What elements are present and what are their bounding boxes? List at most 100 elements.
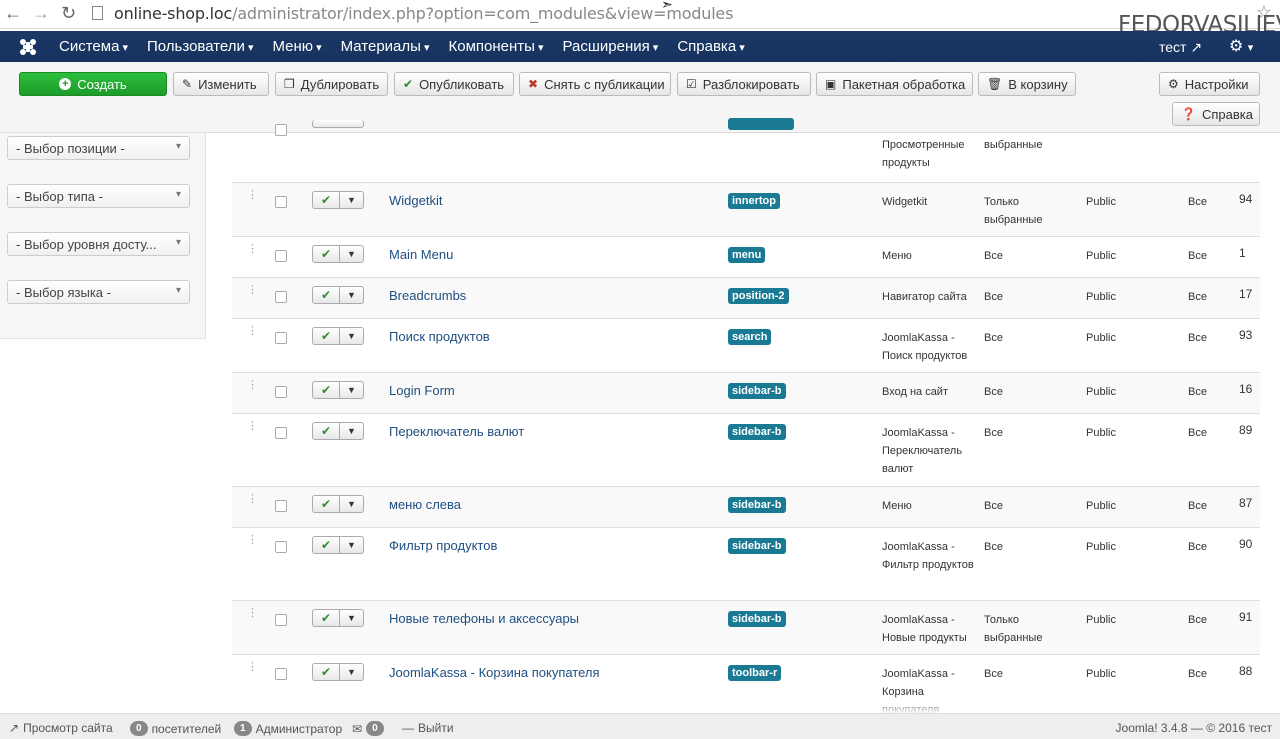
- duplicate-button[interactable]: ❐ Дублировать: [275, 72, 388, 96]
- access-filter-select[interactable]: - Выбор уровня досту...: [7, 232, 190, 256]
- published-check-icon[interactable]: ✔: [313, 328, 340, 344]
- status-toggle[interactable]: ✔ ▼: [312, 422, 364, 440]
- row-checkbox[interactable]: [275, 386, 287, 398]
- publish-button[interactable]: ✔ Опубликовать: [394, 72, 514, 96]
- published-check-icon[interactable]: ✔: [313, 537, 340, 553]
- caret-down-icon[interactable]: ▼: [340, 246, 363, 262]
- drag-handle-icon[interactable]: ⋮: [247, 662, 258, 673]
- checkin-button[interactable]: ☑ Разблокировать: [677, 72, 811, 96]
- position-badge[interactable]: sidebar-b: [728, 611, 786, 627]
- forward-arrow-icon[interactable]: →: [32, 3, 50, 24]
- options-button[interactable]: ⚙ Настройки: [1159, 72, 1260, 96]
- row-checkbox[interactable]: [275, 668, 287, 680]
- position-badge[interactable]: sidebar-b: [728, 538, 786, 554]
- edit-button[interactable]: ✎ Изменить: [173, 72, 269, 96]
- module-title-link[interactable]: меню слева: [389, 497, 461, 512]
- type-filter-select[interactable]: - Выбор типа -: [7, 184, 190, 208]
- drag-handle-icon[interactable]: ⋮: [247, 285, 258, 296]
- caret-down-icon[interactable]: ▼: [340, 287, 363, 303]
- published-check-icon[interactable]: ✔: [313, 496, 340, 512]
- menu-system[interactable]: Система: [59, 38, 128, 55]
- caret-down-icon[interactable]: ▼: [340, 328, 363, 344]
- trash-button[interactable]: 🗑 В корзину: [978, 72, 1076, 96]
- back-arrow-icon[interactable]: ←: [4, 3, 22, 24]
- row-checkbox[interactable]: [275, 332, 287, 344]
- module-title-link[interactable]: Widgetkit: [389, 193, 442, 208]
- module-title-link[interactable]: Новые телефоны и аксессуары: [389, 611, 579, 626]
- drag-handle-icon[interactable]: ⋮: [247, 494, 258, 505]
- status-toggle[interactable]: ✔ ▼: [312, 536, 364, 554]
- row-checkbox[interactable]: [275, 196, 287, 208]
- status-toggle[interactable]: [312, 120, 364, 128]
- drag-handle-icon[interactable]: ⋮: [247, 535, 258, 546]
- drag-handle-icon[interactable]: ⋮: [247, 608, 258, 619]
- row-checkbox[interactable]: [275, 614, 287, 626]
- reload-icon[interactable]: ↻: [61, 3, 76, 24]
- position-badge[interactable]: sidebar-b: [728, 424, 786, 440]
- row-checkbox[interactable]: [275, 500, 287, 512]
- published-check-icon[interactable]: ✔: [313, 287, 340, 303]
- published-check-icon[interactable]: ✔: [313, 664, 340, 680]
- published-check-icon[interactable]: ✔: [313, 423, 340, 439]
- status-toggle[interactable]: ✔ ▼: [312, 245, 364, 263]
- view-site-link[interactable]: ↗ Просмотр сайта: [9, 721, 113, 735]
- caret-down-icon[interactable]: ▼: [340, 382, 363, 398]
- status-toggle[interactable]: ✔ ▼: [312, 327, 364, 345]
- url-field[interactable]: online-shop.loc/administrator/index.php?…: [114, 4, 733, 23]
- position-badge[interactable]: menu: [728, 247, 766, 263]
- caret-down-icon[interactable]: ▼: [340, 537, 363, 553]
- create-button[interactable]: + Создать: [19, 72, 167, 96]
- row-checkbox[interactable]: [275, 427, 287, 439]
- module-title-link[interactable]: Breadcrumbs: [389, 288, 466, 303]
- position-badge[interactable]: toolbar-r: [728, 665, 782, 681]
- language-filter-select[interactable]: - Выбор языка -: [7, 280, 190, 304]
- published-check-icon[interactable]: ✔: [313, 382, 340, 398]
- caret-down-icon[interactable]: ▼: [340, 423, 363, 439]
- module-title-link[interactable]: Поиск продуктов: [389, 329, 490, 344]
- status-toggle[interactable]: ✔ ▼: [312, 286, 364, 304]
- published-check-icon[interactable]: ✔: [313, 610, 340, 626]
- joomla-logo-icon[interactable]: [18, 37, 38, 57]
- module-title-link[interactable]: JoomlaKassa - Корзина покупателя: [389, 665, 600, 680]
- position-badge[interactable]: sidebar-b: [728, 383, 786, 399]
- messages-counter[interactable]: ✉ 0: [352, 721, 384, 736]
- caret-down-icon[interactable]: ▼: [340, 192, 363, 208]
- drag-handle-icon[interactable]: ⋮: [247, 380, 258, 391]
- caret-down-icon[interactable]: ▼: [340, 664, 363, 680]
- menu-extensions[interactable]: Расширения: [563, 38, 659, 55]
- batch-button[interactable]: ▣ Пакетная обработка: [816, 72, 973, 96]
- row-checkbox[interactable]: [275, 541, 287, 553]
- menu-help[interactable]: Справка: [677, 38, 744, 55]
- module-title-link[interactable]: Переключатель валют: [389, 424, 524, 439]
- user-menu[interactable]: тест ↗: [1159, 39, 1202, 56]
- module-title-link[interactable]: Main Menu: [389, 247, 453, 262]
- unpublish-button[interactable]: ✖ Снять с публикации: [519, 72, 671, 96]
- status-toggle[interactable]: ✔ ▼: [312, 191, 364, 209]
- gear-icon[interactable]: ⚙ ▾: [1229, 36, 1253, 56]
- position-badge[interactable]: search: [728, 329, 772, 345]
- status-toggle[interactable]: ✔ ▼: [312, 495, 364, 513]
- row-checkbox[interactable]: [275, 124, 287, 136]
- caret-down-icon[interactable]: ▼: [340, 610, 363, 626]
- status-toggle[interactable]: ✔ ▼: [312, 609, 364, 627]
- published-check-icon[interactable]: ✔: [313, 246, 340, 262]
- position-badge[interactable]: innertop: [728, 193, 780, 209]
- menu-content[interactable]: Материалы: [341, 38, 430, 55]
- menu-menus[interactable]: Меню: [272, 38, 321, 55]
- menu-users[interactable]: Пользователи: [147, 38, 253, 55]
- row-checkbox[interactable]: [275, 291, 287, 303]
- status-toggle[interactable]: ✔ ▼: [312, 663, 364, 681]
- row-checkbox[interactable]: [275, 250, 287, 262]
- published-check-icon[interactable]: ✔: [313, 192, 340, 208]
- status-toggle[interactable]: ✔ ▼: [312, 381, 364, 399]
- position-badge[interactable]: position-2: [728, 288, 789, 304]
- drag-handle-icon[interactable]: ⋮: [247, 244, 258, 255]
- caret-down-icon[interactable]: ▼: [340, 496, 363, 512]
- menu-components[interactable]: Компоненты: [449, 38, 544, 55]
- module-title-link[interactable]: Фильтр продуктов: [389, 538, 497, 553]
- module-title-link[interactable]: Login Form: [389, 383, 455, 398]
- logout-link[interactable]: — Выйти: [402, 721, 454, 735]
- drag-handle-icon[interactable]: ⋮: [247, 326, 258, 337]
- drag-handle-icon[interactable]: ⋮: [247, 421, 258, 432]
- drag-handle-icon[interactable]: ⋮: [247, 190, 258, 201]
